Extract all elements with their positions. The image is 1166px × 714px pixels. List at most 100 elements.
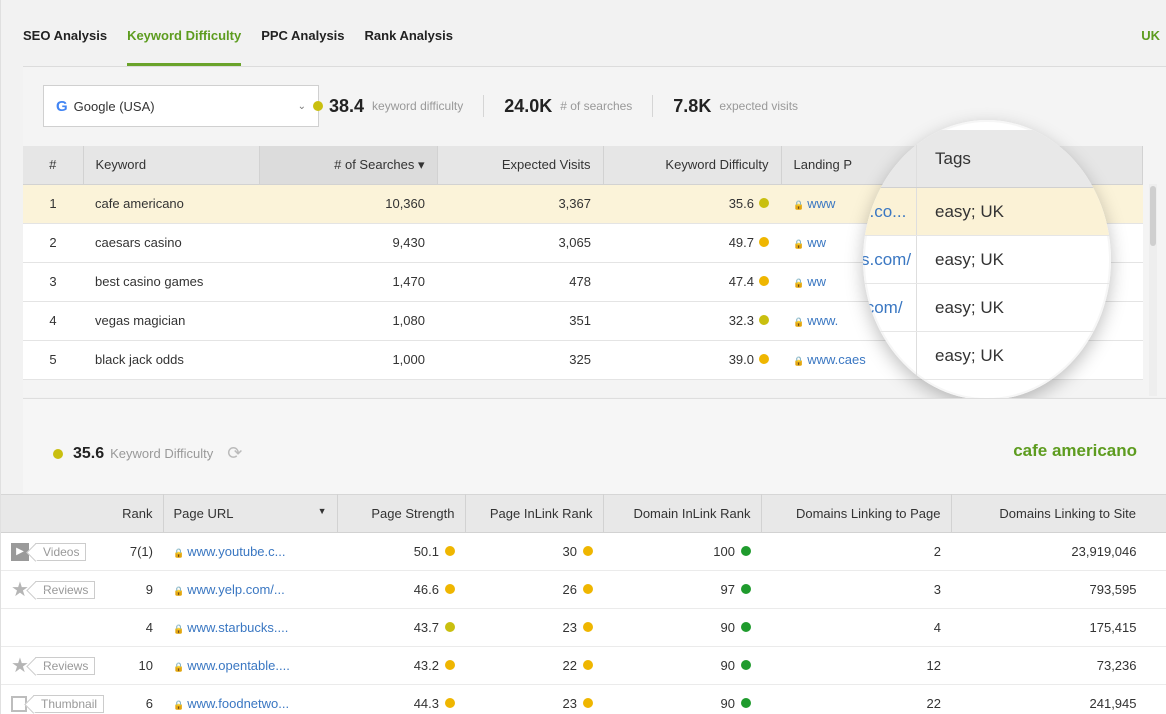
domain-inlink-rank-cell-value: 100 (713, 544, 735, 559)
landing-page-link[interactable]: www.caes (807, 352, 866, 367)
domains-linking-to-page-cell: 22 (761, 684, 951, 714)
landing-page-link[interactable]: ww (807, 235, 826, 250)
refresh-icon[interactable]: ⟳ (227, 443, 242, 464)
difficulty-value: 32.3 (728, 313, 754, 328)
tab-keyword-difficulty[interactable]: Keyword Difficulty (127, 0, 242, 66)
column-header-number[interactable]: # (23, 146, 84, 185)
serp-feature-badge: Thumbnail (33, 694, 105, 713)
landing-page-fragment[interactable]: s.com/ (863, 236, 917, 283)
tab-rank-analysis[interactable]: Rank Analysis (365, 0, 453, 66)
page-inlink-rank-cell: 26 (465, 570, 603, 609)
domains-linking-to-site-cell: 175,415 (951, 608, 1166, 647)
column-header-expected-visits[interactable]: Expected Visits (437, 146, 604, 185)
domain-inlink-rank-cell: 97 (603, 570, 761, 609)
chevron-down-icon[interactable]: ▼ (318, 506, 327, 516)
tag-row[interactable]: m/easy; UK (863, 332, 1111, 380)
rank-cell: Thumbnail 6 (1, 684, 163, 714)
page-inlink-rank-cell-value: 30 (562, 544, 577, 559)
landing-page-link[interactable]: ww (807, 274, 826, 289)
domains-linking-to-site-cell: 23,919,046 (951, 532, 1166, 571)
lock-icon: 🔒 (173, 662, 185, 672)
page-url-link[interactable]: www.foodnetwo... (187, 696, 289, 711)
difficulty-cell: 47.4 (603, 262, 781, 302)
rank-cell: 4 (1, 608, 163, 647)
tag-cell: easy; UK (935, 249, 1004, 269)
page-url-link[interactable]: www.opentable.... (187, 658, 290, 673)
difficulty-dot-icon (53, 448, 63, 459)
tag-row[interactable]: .com/easy; UK (863, 284, 1111, 332)
row-number: 5 (23, 340, 83, 380)
magnifier-header-left (863, 130, 917, 187)
page-url-link[interactable]: www.yelp.com/... (187, 582, 285, 597)
search-engine-select[interactable]: G Google (USA) ⌄ (43, 85, 319, 127)
domain-inlink-rank-cell: 90 (603, 646, 761, 685)
table-row[interactable]: Thumbnail 6 🔒 www.foodnetwo... 44.3 23 90 22 241… (1, 684, 1166, 714)
serp-table: Rank Page URL ▼ Page Strength Page InLin… (1, 494, 1166, 714)
tab-seo-analysis[interactable]: SEO Analysis (23, 0, 107, 66)
page-strength-cell: 50.1 (337, 532, 465, 571)
column-header-page-url[interactable]: Page URL ▼ (163, 494, 338, 533)
page-url-cell: 🔒 www.foodnetwo... (163, 684, 337, 714)
keyword-cell: best casino games (83, 262, 259, 302)
score-dot-icon (741, 546, 751, 556)
score-dot-icon (445, 622, 455, 632)
domain-inlink-rank-cell-value: 90 (720, 696, 735, 711)
domain-inlink-rank-cell: 100 (603, 532, 761, 571)
domain-inlink-rank-cell: 90 (603, 608, 761, 647)
page-strength-cell-value: 43.2 (413, 658, 439, 673)
table-row[interactable]: 4 🔒 www.starbucks.... 43.7 23 90 4 175,415 (1, 608, 1166, 647)
page-url-link[interactable]: www.youtube.c... (187, 544, 285, 559)
table-row[interactable]: ★ Reviews 10 🔒 www.opentable.... 43.2 22 90 12 73… (1, 646, 1166, 685)
row-number: 3 (23, 262, 83, 302)
column-header-keyword[interactable]: Keyword (83, 146, 260, 185)
column-header-domain-inlink-rank[interactable]: Domain InLink Rank (603, 494, 762, 533)
page-inlink-rank-cell: 23 (465, 608, 603, 647)
keyword-cell: vegas magician (83, 301, 259, 341)
landing-page-link[interactable]: www (807, 196, 835, 211)
score-dot-icon (741, 584, 751, 594)
page-url-link[interactable]: www.starbucks.... (187, 620, 288, 635)
column-header-searches[interactable]: # of Searches ▾ (259, 146, 438, 185)
region-label[interactable]: UK (1141, 0, 1160, 66)
column-header-page-inlink-rank[interactable]: Page InLink Rank (465, 494, 604, 533)
score-dot-icon (741, 698, 751, 708)
keywords-scrollbar[interactable] (1149, 184, 1157, 396)
column-header-rank[interactable]: Rank (1, 494, 164, 533)
column-header-domains-linking-to-page[interactable]: Domains Linking to Page (761, 494, 952, 533)
searches-cell: 1,470 (259, 262, 437, 302)
scroll-thumb[interactable] (1150, 186, 1156, 246)
table-row[interactable]: ▶ Videos 7(1) 🔒 www.youtube.c... 50.1 30 100 2 23… (1, 532, 1166, 571)
landing-page-link[interactable]: www. (807, 313, 838, 328)
domains-linking-to-page-cell: 12 (761, 646, 951, 685)
table-row[interactable]: ★ Reviews 9 🔒 www.yelp.com/... 46.6 26 97 3 793,5… (1, 570, 1166, 609)
page-url-cell: 🔒 www.youtube.c... (163, 532, 337, 571)
tab-ppc-analysis[interactable]: PPC Analysis (261, 0, 344, 66)
landing-page-fragment[interactable]: m/ (863, 332, 917, 379)
searches-cell: 9,430 (259, 223, 437, 263)
lock-icon: 🔒 (173, 624, 185, 634)
column-header-keyword-difficulty[interactable]: Keyword Difficulty (603, 146, 782, 185)
difficulty-dot-icon (313, 101, 323, 111)
divider (483, 95, 485, 117)
domains-linking-to-site-cell: 241,945 (951, 684, 1166, 714)
score-dot-icon (445, 546, 455, 556)
domain-inlink-rank-cell-value: 90 (720, 658, 735, 673)
difficulty-cell: 35.6 (603, 184, 781, 224)
difficulty-cell: 39.0 (603, 340, 781, 380)
landing-page-fragment[interactable]: s.co... (863, 188, 917, 235)
landing-page-fragment[interactable]: .com/ (863, 284, 917, 331)
page-strength-cell: 43.7 (337, 608, 465, 647)
rank-value: 10 (138, 658, 153, 673)
page-strength-cell-value: 43.7 (413, 620, 439, 635)
domain-inlink-rank-cell: 90 (603, 684, 761, 714)
tag-row[interactable]: s.com/easy; UK (863, 236, 1111, 284)
page-strength-cell: 46.6 (337, 570, 465, 609)
expected-visits-cell: 3,367 (437, 184, 603, 224)
lock-icon: 🔒 (793, 278, 805, 288)
column-header-domains-linking-to-site[interactable]: Domains Linking to Site (951, 494, 1166, 533)
page-url-label: Page URL (173, 506, 234, 521)
column-header-tags[interactable]: Tags (917, 149, 971, 169)
tag-row[interactable]: s.co... easy; UK (863, 188, 1111, 236)
page-url-cell: 🔒 www.starbucks.... (163, 608, 337, 647)
column-header-page-strength[interactable]: Page Strength (337, 494, 466, 533)
